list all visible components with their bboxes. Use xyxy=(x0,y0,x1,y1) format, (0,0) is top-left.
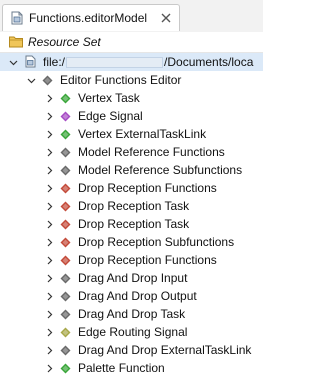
chevron-right-icon[interactable] xyxy=(45,310,54,319)
tree-row[interactable]: Drop Reception Functions xyxy=(0,179,263,197)
tree-item-label: Vertex Task xyxy=(78,91,140,105)
model-file-icon xyxy=(25,55,36,68)
chevron-right-icon[interactable] xyxy=(45,112,54,121)
chevron-right-icon[interactable] xyxy=(45,238,54,247)
chevron-right-icon[interactable] xyxy=(45,94,54,103)
editor-tab-bar: Functions.editorModel xyxy=(0,0,263,33)
gray-diamond-icon xyxy=(42,75,53,86)
editor-window: Functions.editorModel Resource Set file:… xyxy=(0,0,263,384)
tree-item-label: Palette Function xyxy=(78,361,165,375)
tree-row[interactable]: Drag And Drop Input xyxy=(0,269,263,287)
purple-diamond-icon xyxy=(60,111,71,122)
red-diamond-icon xyxy=(60,255,71,266)
red-diamond-icon xyxy=(60,183,71,194)
tree-item-label: Drop Reception Task xyxy=(78,199,190,213)
chevron-right-icon[interactable] xyxy=(45,130,54,139)
tree-item-label: Drop Reception Subfunctions xyxy=(78,235,235,249)
tree-row[interactable]: Palette Function xyxy=(0,359,263,377)
olive-diamond-icon xyxy=(60,327,71,338)
tree-item-label: Edge Routing Signal xyxy=(78,325,188,339)
tree-row[interactable]: Drag And Drop Output xyxy=(0,287,263,305)
chevron-right-icon[interactable] xyxy=(45,220,54,229)
chevron-right-icon[interactable] xyxy=(45,328,54,337)
tree-row[interactable]: Edge Signal xyxy=(0,107,263,125)
model-tree: file:/ /Documents/loca Editor Functions E… xyxy=(0,53,263,384)
chevron-right-icon[interactable] xyxy=(45,364,54,373)
tree-file-label: file:/ /Documents/loca xyxy=(43,53,253,71)
tree-row[interactable]: Model Reference Functions xyxy=(0,143,263,161)
tree-row[interactable]: Drop Reception Functions xyxy=(0,251,263,269)
chevron-right-icon[interactable] xyxy=(45,346,54,355)
chevron-right-icon[interactable] xyxy=(45,184,54,193)
chevron-right-icon[interactable] xyxy=(45,166,54,175)
chevron-right-icon[interactable] xyxy=(45,256,54,265)
tree-item-label: Model Reference Functions xyxy=(78,145,225,159)
tree-item-label: Drag And Drop ExternalTaskLink xyxy=(78,343,252,357)
editor-tab-title: Functions.editorModel xyxy=(29,11,148,25)
tree-row[interactable]: Drop Reception Task xyxy=(0,215,263,233)
gray-diamond-icon xyxy=(60,309,71,320)
tree-row[interactable]: Vertex ExternalTaskLink xyxy=(0,125,263,143)
gray-diamond-icon xyxy=(60,165,71,176)
close-icon[interactable] xyxy=(159,11,173,25)
tree-row[interactable]: Drag And Drop Task xyxy=(0,305,263,323)
tree-row[interactable]: Drop Reception Task xyxy=(0,197,263,215)
tree-item-label: Model Reference Subfunctions xyxy=(78,163,243,177)
file-path-prefix: file:/ xyxy=(43,55,66,69)
gray-diamond-icon xyxy=(60,147,71,158)
tree-item-label: Drag And Drop Input xyxy=(78,271,188,285)
chevron-right-icon[interactable] xyxy=(45,202,54,211)
green-diamond-icon xyxy=(60,363,71,374)
gray-diamond-icon xyxy=(60,345,71,356)
tree-item-label: Drop Reception Task xyxy=(78,217,190,231)
tree-row[interactable]: Drag And Drop ExternalTaskLink xyxy=(0,341,263,359)
file-path-suffix: /Documents/loca xyxy=(164,55,254,69)
folder-icon xyxy=(9,36,23,48)
red-diamond-icon xyxy=(60,201,71,212)
tree-row[interactable]: Edge Routing Signal xyxy=(0,323,263,341)
tree-item-label: Drag And Drop Output xyxy=(78,289,197,303)
tree-item-label: Vertex ExternalTaskLink xyxy=(78,127,207,141)
green-diamond-icon xyxy=(60,129,71,140)
chevron-right-icon[interactable] xyxy=(45,148,54,157)
chevron-down-icon[interactable] xyxy=(9,58,18,67)
model-file-icon xyxy=(11,11,23,25)
tree-row-root[interactable]: Editor Functions Editor xyxy=(0,71,263,89)
chevron-down-icon[interactable] xyxy=(27,76,36,85)
tree-item-label: Drop Reception Functions xyxy=(78,253,217,267)
red-diamond-icon xyxy=(60,237,71,248)
chevron-right-icon[interactable] xyxy=(45,274,54,283)
tree-row[interactable]: Vertex Task xyxy=(0,89,263,107)
tree-item-label: Drag And Drop Task xyxy=(78,307,186,321)
tree-row[interactable]: Drop Reception Subfunctions xyxy=(0,233,263,251)
red-diamond-icon xyxy=(60,219,71,230)
chevron-right-icon[interactable] xyxy=(45,292,54,301)
tree-row-file[interactable]: file:/ /Documents/loca xyxy=(0,53,263,71)
gray-diamond-icon xyxy=(60,291,71,302)
resource-set-header: Resource Set xyxy=(0,32,263,53)
gray-diamond-icon xyxy=(60,273,71,284)
tree-item-label: Drop Reception Functions xyxy=(78,181,217,195)
green-diamond-icon xyxy=(60,93,71,104)
tree-row[interactable]: Model Reference Subfunctions xyxy=(0,161,263,179)
tree-root-label: Editor Functions Editor xyxy=(60,73,182,87)
tree-item-label: Edge Signal xyxy=(78,109,143,123)
redacted-path xyxy=(66,57,164,69)
resource-set-label: Resource Set xyxy=(28,35,101,49)
editor-tab[interactable]: Functions.editorModel xyxy=(2,4,180,31)
